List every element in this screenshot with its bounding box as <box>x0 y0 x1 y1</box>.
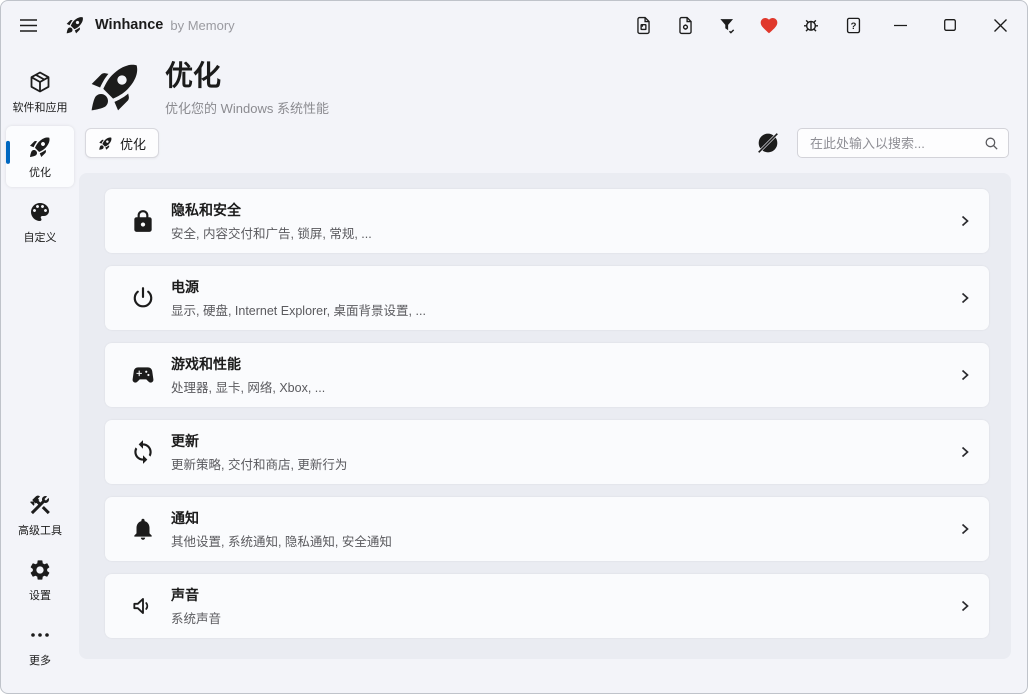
hamburger-menu-icon[interactable] <box>11 8 45 42</box>
section-subtitle: 其他设置, 系统通知, 隐私通知, 安全通知 <box>171 531 392 550</box>
section-updates[interactable]: 更新 更新策略, 交付和商店, 更新行为 <box>105 420 989 484</box>
sidebar-bottom: 高级工具 设置 更多 <box>6 484 74 679</box>
page-header: 优化 优化您的 Windows 系统性能 <box>87 59 329 117</box>
app-logo-rocket-icon <box>65 15 85 35</box>
chevron-right-icon <box>957 598 973 614</box>
help-book-icon[interactable]: ? <box>843 15 863 35</box>
section-notifications[interactable]: 通知 其他设置, 系统通知, 隐私通知, 安全通知 <box>105 497 989 561</box>
section-title: 隐私和安全 <box>171 200 372 220</box>
section-subtitle: 显示, 硬盘, Internet Explorer, 桌面背景设置, ... <box>171 300 426 319</box>
ellipsis-icon <box>28 623 52 647</box>
bug-icon[interactable] <box>801 15 821 35</box>
sync-icon <box>130 439 156 465</box>
sidebar: 软件和应用 优化 自定义 高级工具 设置 更多 <box>1 49 79 693</box>
heart-icon[interactable] <box>759 15 779 35</box>
chevron-right-icon <box>957 290 973 306</box>
sidebar-item-label: 高级工具 <box>18 522 62 538</box>
sidebar-item-label: 优化 <box>29 164 51 180</box>
sidebar-item-advanced-tools[interactable]: 高级工具 <box>6 484 74 545</box>
gear-icon <box>28 558 52 582</box>
section-title: 游戏和性能 <box>171 354 325 374</box>
save-config-file-icon[interactable] <box>633 15 653 35</box>
tab-optimize[interactable]: 优化 <box>85 128 159 158</box>
titlebar-actions: ? <box>633 15 863 35</box>
app-byline: by Memory <box>170 18 234 33</box>
section-title: 电源 <box>171 277 426 297</box>
package-box-icon <box>28 70 52 94</box>
lock-icon <box>130 208 156 234</box>
sidebar-item-optimize[interactable]: 优化 <box>6 126 74 187</box>
page-subtitle: 优化您的 Windows 系统性能 <box>165 98 329 117</box>
svg-text:?: ? <box>850 21 856 32</box>
section-power[interactable]: 电源 显示, 硬盘, Internet Explorer, 桌面背景设置, ..… <box>105 266 989 330</box>
power-icon <box>130 285 156 311</box>
sidebar-item-label: 设置 <box>29 587 51 603</box>
section-subtitle: 更新策略, 交付和商店, 更新行为 <box>171 454 347 473</box>
speaker-icon <box>130 593 156 619</box>
section-privacy-security[interactable]: 隐私和安全 安全, 内容交付和广告, 锁屏, 常规, ... <box>105 189 989 253</box>
chevron-right-icon <box>957 367 973 383</box>
chevron-right-icon <box>957 444 973 460</box>
section-subtitle: 系统声音 <box>171 608 221 627</box>
page-title: 优化 <box>165 61 329 92</box>
gamepad-icon <box>130 362 156 388</box>
section-title: 通知 <box>171 508 392 528</box>
chevron-right-icon <box>957 213 973 229</box>
chevron-right-icon <box>957 521 973 537</box>
section-title: 声音 <box>171 585 221 605</box>
close-button[interactable] <box>989 14 1011 36</box>
bell-icon <box>130 516 156 542</box>
filter-check-icon[interactable] <box>717 15 737 35</box>
sidebar-item-label: 软件和应用 <box>13 99 68 115</box>
section-sound[interactable]: 声音 系统声音 <box>105 574 989 638</box>
maximize-button[interactable] <box>939 14 961 36</box>
titlebar: Winhance by Memory ? <box>1 1 1027 49</box>
sections-panel: 隐私和安全 安全, 内容交付和广告, 锁屏, 常规, ... 电源 显示, 硬盘… <box>79 173 1011 659</box>
sidebar-item-software-apps[interactable]: 软件和应用 <box>6 61 74 122</box>
app-title: Winhance <box>95 17 163 33</box>
minimize-button[interactable] <box>889 14 911 36</box>
sidebar-item-customize[interactable]: 自定义 <box>6 191 74 252</box>
sidebar-item-more[interactable]: 更多 <box>6 614 74 675</box>
tab-label: 优化 <box>120 134 146 153</box>
tools-icon <box>28 493 52 517</box>
sidebar-item-label: 自定义 <box>24 229 57 245</box>
toolbar: 优化 <box>85 127 1009 159</box>
rocket-icon <box>28 135 52 159</box>
config-file-icon[interactable] <box>675 15 695 35</box>
eye-off-icon[interactable] <box>755 130 781 156</box>
search-icon[interactable] <box>983 135 1000 152</box>
main-content: 优化 优化您的 Windows 系统性能 优化 隐私和安全 安全, 内 <box>79 49 1027 693</box>
section-title: 更新 <box>171 431 347 451</box>
search-input[interactable] <box>798 136 1008 151</box>
section-subtitle: 安全, 内容交付和广告, 锁屏, 常规, ... <box>171 223 372 242</box>
rocket-icon <box>98 136 113 151</box>
sidebar-item-settings[interactable]: 设置 <box>6 549 74 610</box>
rocket-icon <box>87 59 143 115</box>
section-gaming-performance[interactable]: 游戏和性能 处理器, 显卡, 网络, Xbox, ... <box>105 343 989 407</box>
app-window: Winhance by Memory ? <box>0 0 1028 694</box>
sidebar-item-label: 更多 <box>29 652 51 668</box>
search-box <box>797 128 1009 158</box>
window-controls <box>889 14 1011 36</box>
section-subtitle: 处理器, 显卡, 网络, Xbox, ... <box>171 377 325 396</box>
palette-icon <box>28 200 52 224</box>
